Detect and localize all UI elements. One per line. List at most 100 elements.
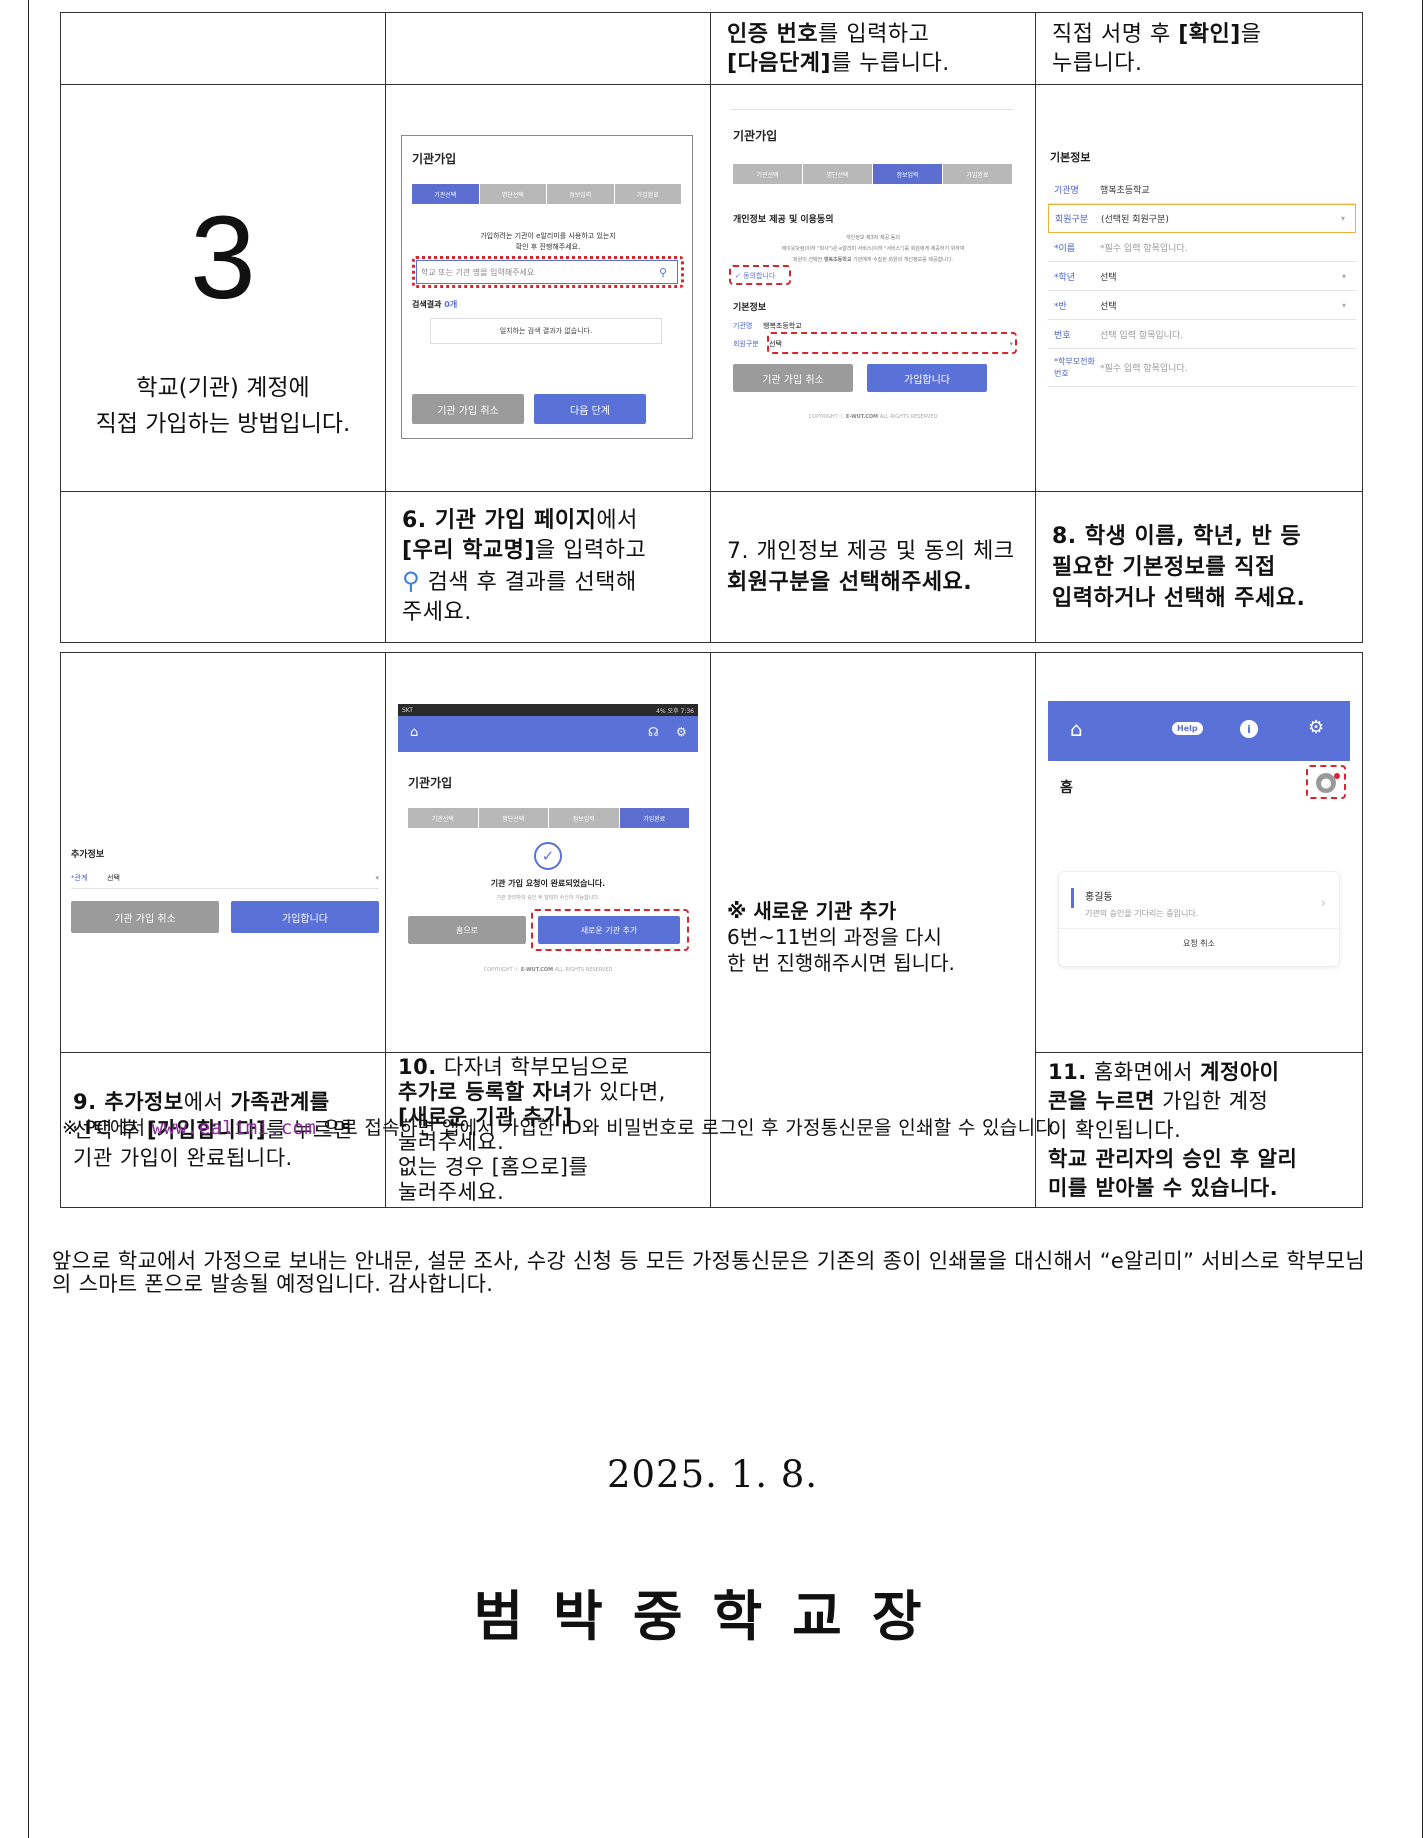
step11-instruction: 11. 홈화면에서 계정아이 콘을 누르면 가입한 계정 이 확인됩니다. 학교… — [1035, 1052, 1363, 1208]
cancel-button[interactable]: 기관 가입 취소 — [412, 394, 524, 424]
empty-result: 일치하는 검색 결과가 없습니다. — [430, 318, 662, 344]
screenshot-cell-7: 기관가입 기관선택 명단선택 정보입력 가입완료 개인정보 제공 및 이용동의 개인정… — [710, 84, 1036, 492]
cancel-button[interactable]: 기관 가입 취소 — [71, 901, 219, 933]
basic-info-title: 기본정보 — [733, 303, 767, 313]
extra-info-mockup: 추가정보 *관계 선택 ▾ 기관 가입 취소 가입합니다 — [71, 843, 381, 953]
field-list: 기관명 행복초등학교 회원구분 (선택된 회원구분) ▾ *이름 *필수 입력 항목입니… — [1048, 175, 1356, 387]
ealimi-link[interactable]: www.ealimi.com — [152, 1117, 316, 1139]
home-title: 홈 — [1060, 780, 1073, 796]
help-icon[interactable]: Help — [1172, 722, 1203, 735]
step-otp-instruction: 인증 번호를 입력하고 [다음단계]를 누릅니다. — [710, 12, 1036, 85]
empty-cell — [60, 491, 386, 643]
done-message: 기관 가입 요청이 완료되었습니다. — [490, 879, 606, 888]
guide-table-top: 인증 번호를 입력하고 [다음단계]를 누릅니다. 직접 서명 후 [확인]을 누릅… — [60, 12, 1363, 643]
gear-icon[interactable]: ⚙ — [1308, 717, 1324, 738]
accent-bar — [1071, 888, 1074, 908]
mock-title: 추가정보 — [71, 850, 105, 860]
headset-icon[interactable]: ☊ — [648, 725, 659, 739]
org-search-mockup: 기관가입 기관선택 명단선택 정보입력 가입완료 가입하려는 기관이 e알리미를 사용… — [401, 135, 693, 439]
step-item: 기관선택 — [408, 808, 479, 828]
step-item: 명단선택 — [479, 808, 549, 828]
step-item: 명단선택 — [480, 184, 547, 204]
chevron-down-icon: ▾ — [375, 873, 379, 882]
home-button[interactable]: 홈으로 — [408, 916, 526, 944]
field-row[interactable]: *이름 *필수 입력 항목입니다. — [1048, 233, 1356, 262]
search-highlight — [412, 256, 684, 288]
step-number: 3 — [190, 192, 256, 324]
basic-info-mockup: 기본정보 기관명 행복초등학교 회원구분 (선택된 회원구분) ▾ *이름 *필수 입력… — [1042, 139, 1358, 399]
step-item: 명단선택 — [803, 164, 873, 184]
consent-title: 개인정보 제공 및 이용동의 — [733, 215, 834, 225]
app-header: ⌂ Help i ⚙ — [1048, 701, 1350, 761]
field-row[interactable]: 기관명 행복초등학교 — [1048, 175, 1356, 204]
step3-cell: 3 학교(기관) 계정에 직접 가입하는 방법입니다. — [60, 84, 386, 492]
home-mockup: ⌂ Help i ⚙ 홈 ● 홍길동 기관의 승인을 기다리는 중입니다. › … — [1048, 701, 1350, 1021]
press-text: 를 누릅니다. — [831, 50, 950, 76]
step-item: 정보입력 — [549, 808, 620, 828]
step8-instruction: 8. 학생 이름, 학년, 반 등 필요한 기본정보를 직접 입력하거나 선택해 주… — [1035, 491, 1363, 643]
new-org-line: 6번~11번의 과정을 다시 — [727, 925, 942, 949]
new-org-text: ※ 새로운 기관 추가 6번~11번의 과정을 다시 한 번 진행해주시면 됩니… — [711, 898, 1035, 976]
search-icon: ⚲ — [402, 567, 421, 595]
chevron-right-icon[interactable]: › — [1321, 896, 1326, 910]
copyright: COPYRIGHT ⓒ E-WUT.COM ALL RIGHTS RESERVE… — [483, 967, 613, 973]
join-button[interactable]: 가입합니다 — [231, 901, 379, 933]
step-item: 가입완료 — [615, 184, 682, 204]
new-org-line: 한 번 진행해주시면 됩니다. — [727, 951, 955, 975]
field-row[interactable]: 회원구분 (선택된 회원구분) ▾ — [1048, 204, 1356, 233]
consent-mockup: 기관가입 기관선택 명단선택 정보입력 가입완료 개인정보 제공 및 이용동의 개인정… — [723, 99, 1023, 479]
field-row[interactable]: *학년 선택 ▾ — [1048, 262, 1356, 291]
complete-mockup: SKT 4% 오후 7:36 ⌂ ☊ ⚙ 기관가입 기관선택 명단선택 정보입력 가입완… — [398, 704, 698, 1004]
progress-steps: 기관선택 명단선택 정보입력 가입완료 — [408, 808, 690, 828]
document-date: 2025. 1. 8. — [606, 1453, 819, 1496]
agree-highlight — [729, 265, 791, 285]
status-bar: SKT 4% 오후 7:36 — [398, 704, 698, 716]
check-circle-icon: ✓ — [534, 842, 562, 870]
home-icon[interactable]: ⌂ — [1070, 717, 1083, 741]
step-item: 정보입력 — [547, 184, 615, 204]
screenshot-cell-10: SKT 4% 오후 7:36 ⌂ ☊ ⚙ 기관가입 기관선택 명단선택 정보입력 가입완… — [385, 652, 711, 1053]
notice-text: 가입하려는 기관이 e알리미를 사용하고 있는지 확인 후 진행해주세요. — [480, 232, 616, 251]
table-row: 6. 기관 가입 페이지에서 [우리 학교명]을 입력하고 ⚲ 검색 후 결과를… — [60, 491, 1363, 643]
member-type-highlight — [767, 332, 1017, 354]
empty-cell — [385, 12, 711, 85]
new-org-title: ※ 새로운 기관 추가 — [727, 899, 897, 923]
consent-body: 개인정보 제3자 제공 동의 에이웃닷컴(이하 "회사")은 e알리미 서비스(이… — [781, 235, 965, 263]
field-row[interactable]: *반 선택 ▾ — [1048, 291, 1356, 320]
field-row[interactable]: 번호 선택 입력 항목입니다. — [1048, 320, 1356, 349]
otp-text: 를 입력하고 — [818, 21, 930, 47]
step-item: 가입완료 — [943, 164, 1013, 184]
join-button[interactable]: 가입합니다 — [867, 364, 987, 392]
confirm-label: [확인] — [1178, 21, 1241, 47]
progress-steps: 기관선택 명단선택 정보입력 가입완료 — [733, 164, 1013, 184]
relation-row[interactable]: *관계 선택 ▾ — [71, 867, 379, 889]
field-row[interactable]: *학부모전화번호 *필수 입력 항목입니다. — [1048, 349, 1356, 387]
mock-title: 기본정보 — [1050, 151, 1091, 164]
org-row: 기관명 행복초등학교 — [733, 322, 802, 330]
gear-icon[interactable]: ⚙ — [676, 725, 687, 739]
screenshot-cell-8: 기본정보 기관명 행복초등학교 회원구분 (선택된 회원구분) ▾ *이름 *필수 입력… — [1035, 84, 1363, 492]
step-item: 기관선택 — [733, 164, 803, 184]
progress-steps: 기관선택 명단선택 정보입력 가입완료 — [412, 184, 682, 204]
info-icon[interactable]: i — [1240, 720, 1258, 738]
table-row: 추가정보 *관계 선택 ▾ 기관 가입 취소 가입합니다 SKT 4% 오후 7:36… — [60, 652, 1363, 1208]
screenshot-cell-6: 기관가입 기관선택 명단선택 정보입력 가입완료 가입하려는 기관이 e알리미를 사용… — [385, 84, 711, 492]
copyright: COPYRIGHT ⓒ E-WUT.COM ALL RIGHTS RESERVE… — [808, 414, 938, 420]
step-sign-instruction: 직접 서명 후 [확인]을 누릅니다. — [1035, 12, 1363, 85]
step-item: 가입완료 — [619, 808, 690, 828]
cancel-button[interactable]: 기관 가입 취소 — [733, 364, 853, 392]
school-name-label: [우리 학교명] — [402, 538, 535, 563]
screenshot-cell-11: ⌂ Help i ⚙ 홈 ● 홍길동 기관의 승인을 기다리는 중입니다. › … — [1035, 652, 1363, 1053]
table-row: 인증 번호를 입력하고 [다음단계]를 누릅니다. 직접 서명 후 [확인]을 누릅… — [60, 12, 1363, 85]
step7-instruction: 7. 개인정보 제공 및 동의 체크 회원구분을 선택해주세요. — [710, 491, 1036, 643]
next-step-button[interactable]: 다음 단계 — [534, 394, 646, 424]
new-org-highlight — [531, 909, 689, 951]
otp-label: 인증 번호 — [727, 21, 819, 47]
cancel-request-button[interactable]: 요청 취소 — [1059, 938, 1339, 949]
pc-print-note: ※ PC에서 www.ealimi.com 으로 접속하면 앱에서 가입한 ID… — [62, 1117, 1060, 1139]
pending-card: 홍길동 기관의 승인을 기다리는 중입니다. › 요청 취소 — [1058, 871, 1340, 967]
screenshot-cell-9: 추가정보 *관계 선택 ▾ 기관 가입 취소 가입합니다 — [60, 652, 386, 1053]
app-header: ⌂ ☊ ⚙ — [398, 716, 698, 752]
home-icon[interactable]: ⌂ — [410, 725, 418, 740]
next-step-label: [다음단계] — [727, 50, 832, 76]
